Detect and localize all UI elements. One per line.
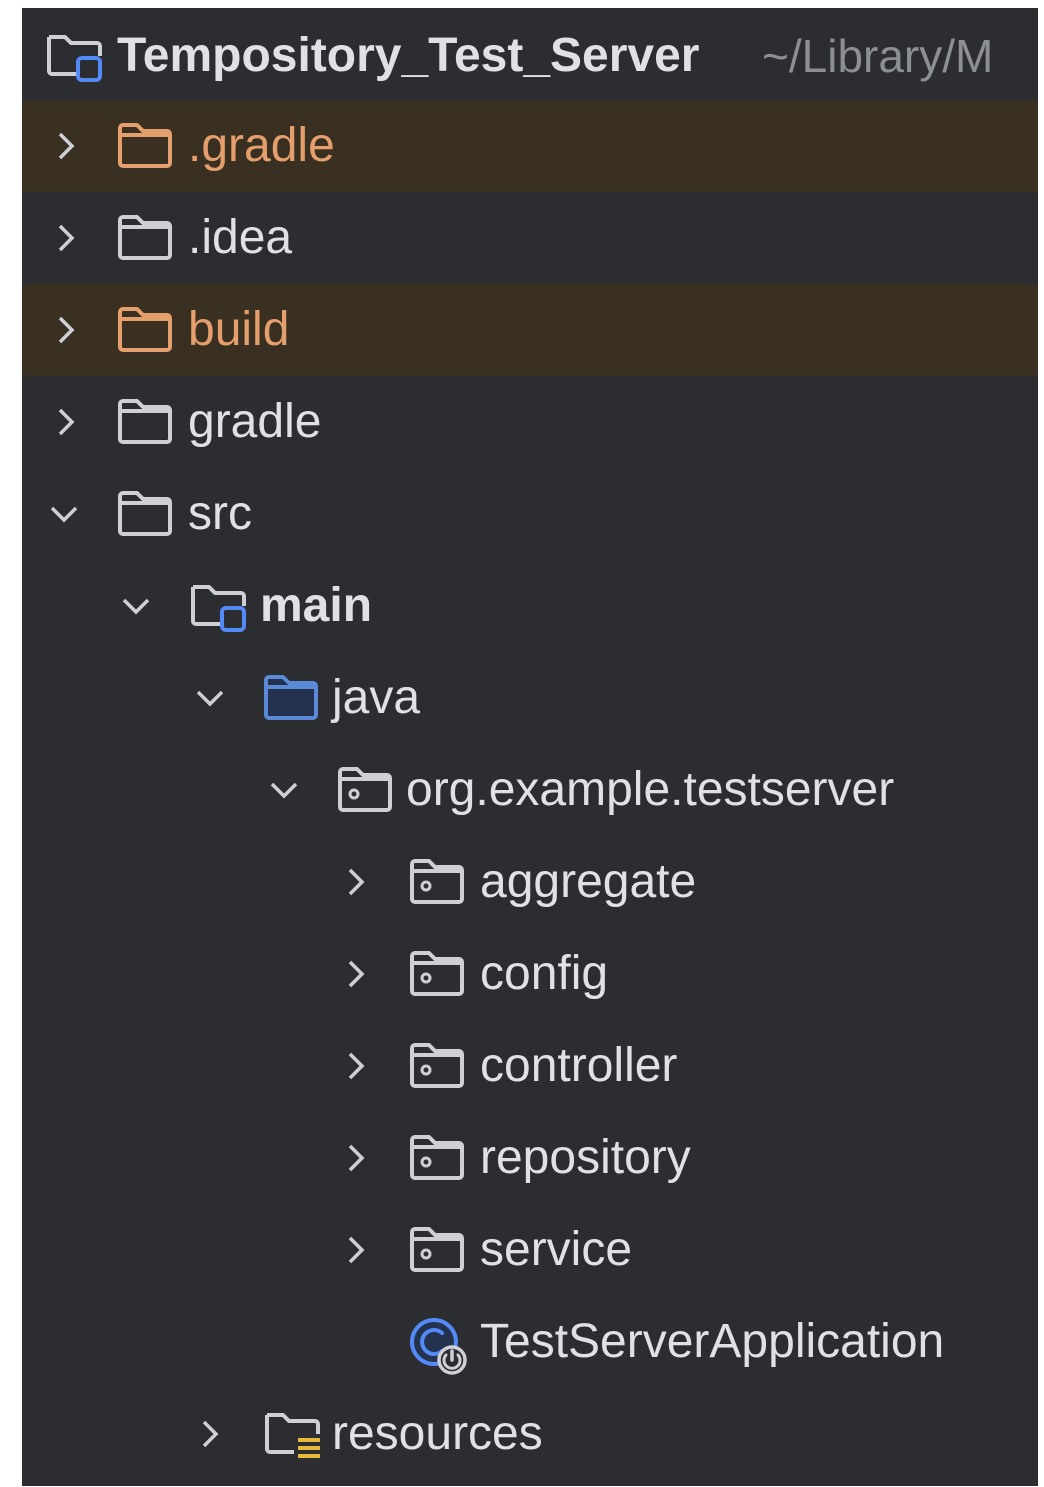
package-icon (410, 1135, 464, 1180)
tree-item-label: main (260, 579, 373, 632)
tree-item-label: .gradle (188, 119, 335, 172)
tree-item-label: config (480, 947, 609, 1000)
tree-item-config[interactable]: config (22, 928, 1038, 1020)
tree-item-java[interactable]: java (22, 652, 1038, 744)
tree-item-resources[interactable]: resources (22, 1388, 1038, 1480)
tree-item-label: TestServerApplication (480, 1315, 945, 1368)
tree-item-label: controller (480, 1039, 678, 1092)
tree-item-repository[interactable]: repository (22, 1112, 1038, 1204)
package-icon (410, 951, 464, 996)
resources-folder-icon (265, 1413, 320, 1458)
chevron-right-icon[interactable] (338, 1140, 374, 1176)
tree-item-label: service (480, 1223, 633, 1276)
chevron-down-icon[interactable] (192, 680, 228, 716)
chevron-right-icon[interactable] (338, 956, 374, 992)
chevron-right-icon[interactable] (48, 404, 84, 440)
project-tool-window: Tempository_Test_Server ~/Library/M .gra… (22, 8, 1038, 1486)
folder-excluded-icon (118, 307, 172, 352)
tree-item-label: java (332, 671, 421, 724)
package-icon (410, 1043, 464, 1088)
package-icon (338, 767, 392, 812)
package-icon (410, 859, 464, 904)
chevron-right-icon[interactable] (48, 220, 84, 256)
tree-item-src[interactable]: src (22, 468, 1038, 560)
folder-icon (118, 491, 172, 536)
module-folder-icon (191, 585, 246, 632)
tree-item-label: org.example.testserver (406, 763, 895, 816)
tree-item-gradle-cache[interactable]: .gradle (22, 100, 1038, 192)
tree-item-label: repository (480, 1131, 691, 1184)
tree-item-service[interactable]: service (22, 1204, 1038, 1296)
source-root-folder-icon (264, 675, 318, 720)
project-path: ~/Library/M (762, 30, 994, 82)
chevron-right-icon[interactable] (338, 1232, 374, 1268)
chevron-down-icon[interactable] (118, 588, 154, 624)
tree-item-build[interactable]: build (22, 284, 1038, 376)
tree-item-label: resources (332, 1407, 543, 1460)
spring-boot-class-icon (410, 1318, 467, 1375)
chevron-right-icon[interactable] (48, 128, 84, 164)
tree-item-package-root[interactable]: org.example.testserver (22, 744, 1038, 836)
tree-item-label: .idea (188, 211, 293, 264)
folder-icon (118, 215, 172, 260)
package-icon (410, 1227, 464, 1272)
tree-item-label: build (188, 303, 290, 356)
tree-item-label: aggregate (480, 855, 697, 908)
folder-excluded-icon (118, 123, 172, 168)
tree-item-label: gradle (188, 395, 322, 448)
tree-item-aggregate[interactable]: aggregate (22, 836, 1038, 928)
chevron-down-icon[interactable] (266, 772, 302, 808)
tree-item-main[interactable]: main (22, 560, 1038, 652)
chevron-right-icon[interactable] (338, 864, 374, 900)
folder-icon (118, 399, 172, 444)
tree-item-gradle[interactable]: gradle (22, 376, 1038, 468)
project-name: Tempository_Test_Server (117, 29, 700, 82)
tree-item-idea[interactable]: .idea (22, 192, 1038, 284)
tree-item-test-server-application[interactable]: TestServerApplication (22, 1296, 1038, 1388)
chevron-right-icon[interactable] (192, 1416, 228, 1452)
tree-item-label: src (188, 487, 252, 540)
tree-item-controller[interactable]: controller (22, 1020, 1038, 1112)
project-root-row[interactable]: Tempository_Test_Server ~/Library/M (22, 8, 1038, 100)
chevron-right-icon[interactable] (338, 1048, 374, 1084)
chevron-right-icon[interactable] (48, 312, 84, 348)
module-folder-icon (47, 35, 102, 82)
chevron-down-icon[interactable] (46, 496, 82, 532)
